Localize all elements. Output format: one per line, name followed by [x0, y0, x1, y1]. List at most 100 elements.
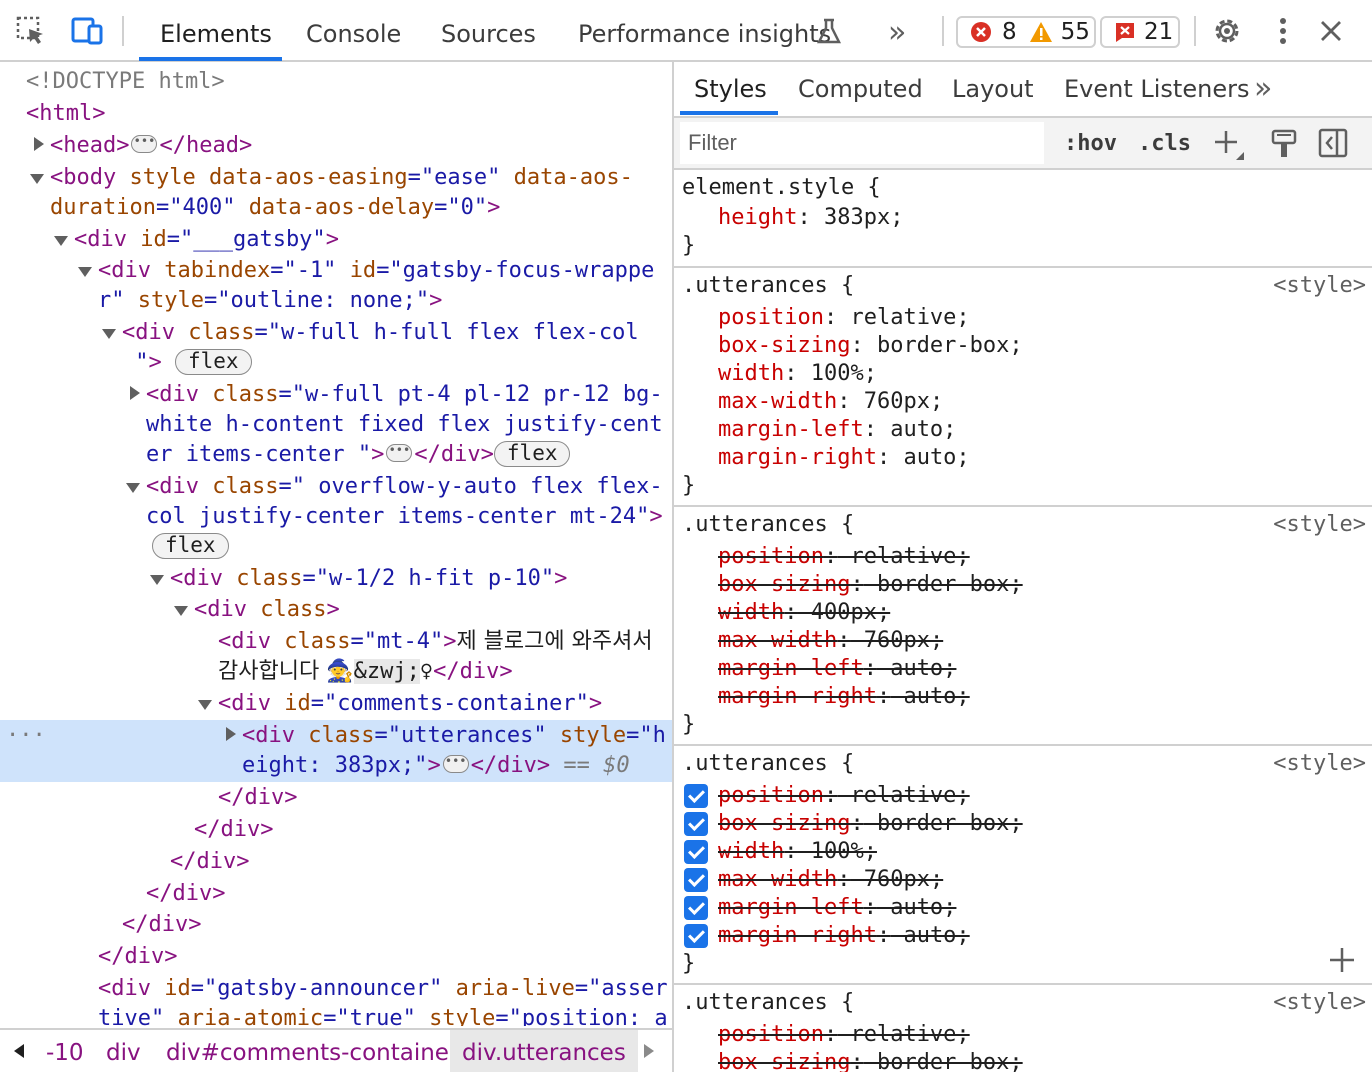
tab-elements[interactable]: Elements [160, 0, 272, 60]
css-declaration[interactable]: margin-right: auto; [718, 444, 970, 472]
css-declaration[interactable]: height: 383px; [718, 204, 903, 232]
tab-event-listeners[interactable]: Event Listeners [1064, 62, 1249, 116]
thanks-div-node[interactable]: <div class="mt-4">제 블로그에 와주셔서 [218, 626, 653, 658]
breadcrumb-item[interactable]: -10 [46, 1030, 84, 1072]
css-declaration[interactable]: position: relative; [718, 782, 970, 810]
flex-badge[interactable]: flex [152, 533, 229, 559]
css-declaration[interactable]: width: 400px; [718, 599, 890, 627]
css-declaration[interactable]: margin-left: auto; [718, 894, 956, 922]
close-icon[interactable] [1314, 14, 1348, 48]
css-declaration[interactable]: box-sizing: border-box; [718, 571, 1023, 599]
rule-source-link[interactable]: <style> [1273, 750, 1366, 778]
tab-styles[interactable]: Styles [694, 62, 767, 116]
head-node[interactable]: <head> ••• </head> [50, 130, 252, 162]
css-declaration[interactable]: max-width: 760px; [718, 866, 943, 894]
breadcrumb-scroll-left-icon[interactable] [14, 1044, 24, 1058]
announcer-node[interactable]: <div id="gatsby-announcer" aria-live="as… [98, 973, 668, 1005]
collapse-triangle-icon[interactable] [198, 700, 212, 710]
body-node[interactable]: <body style data-aos-easing="ease" data-… [50, 162, 633, 194]
doctype-node[interactable]: <!DOCTYPE html> [26, 66, 225, 98]
close-div-node[interactable]: </div> [122, 909, 201, 941]
announcer-node-cont[interactable]: tive" aria-atomic="true" style="position… [98, 1003, 668, 1026]
new-style-rule-icon[interactable] [1212, 128, 1246, 166]
paint-brush-icon[interactable] [1270, 128, 1298, 164]
add-declaration-icon[interactable] [1328, 946, 1356, 980]
collapse-triangle-icon[interactable] [126, 483, 140, 493]
close-div-node[interactable]: </div> [98, 941, 177, 973]
css-declaration[interactable]: box-sizing: border-box; [718, 810, 1023, 838]
rule-source-link[interactable]: <style> [1273, 511, 1366, 539]
css-declaration[interactable]: margin-left: auto; [718, 416, 956, 444]
flex-badge[interactable]: flex [493, 441, 571, 467]
header-div-node-cont2[interactable]: er items-center "> ••• </div> flex [146, 439, 571, 471]
css-declaration[interactable]: margin-right: auto; [718, 922, 970, 950]
toggle-sidebar-icon[interactable] [1318, 128, 1348, 162]
breadcrumb-scroll-right-icon[interactable] [644, 1044, 654, 1058]
hover-state-toggle[interactable]: :hov [1064, 124, 1117, 164]
device-toolbar-icon[interactable] [70, 14, 104, 48]
more-options-icon[interactable] [1266, 14, 1300, 48]
header-div-node[interactable]: <div class="w-full pt-4 pl-12 pr-12 bg- [146, 379, 663, 411]
overflow-div-node[interactable]: <div class=" overflow-y-auto flex flex- [146, 471, 663, 503]
close-div-node[interactable]: </div> [170, 846, 249, 878]
close-div-node[interactable]: </div> [194, 814, 273, 846]
declaration-checkbox[interactable] [684, 840, 708, 864]
collapse-triangle-icon[interactable] [30, 174, 44, 184]
inspect-element-icon[interactable] [14, 14, 48, 48]
close-div-node[interactable]: </div> [146, 878, 225, 910]
overflow-div-node-cont[interactable]: col justify-center items-center mt-24"> [146, 501, 663, 533]
rule-selector[interactable]: .utterances { [682, 511, 854, 539]
declaration-checkbox[interactable] [684, 784, 708, 808]
tab-computed[interactable]: Computed [798, 62, 923, 116]
class-div-node[interactable]: <div class> [194, 594, 340, 626]
css-declaration[interactable]: position: relative; [718, 1021, 970, 1049]
collapse-triangle-icon[interactable] [78, 267, 92, 277]
utterances-node-cont[interactable]: eight: 383px;"> ••• </div> == $0 [242, 750, 630, 782]
collapsed-ellipsis-icon[interactable]: ••• [442, 755, 469, 773]
utterances-node[interactable]: <div class="utterances" style="h [242, 720, 666, 752]
css-declaration[interactable]: max-width: 760px; [718, 388, 943, 416]
flex-badge[interactable]: flex [175, 349, 252, 375]
html-node[interactable]: <html> [26, 98, 105, 130]
focus-wrapper-node[interactable]: <div tabindex="-1" id="gatsby-focus-wrap… [98, 255, 654, 287]
css-declaration[interactable]: box-sizing: border-box; [718, 332, 1023, 360]
css-declaration[interactable]: margin-left: auto; [718, 655, 956, 683]
errors-warnings-counter[interactable]: 8 55 [956, 16, 1096, 48]
breadcrumb-item[interactable]: div [106, 1030, 141, 1072]
breadcrumb-item[interactable]: div#comments-container [166, 1030, 458, 1072]
css-declaration[interactable]: max-width: 760px; [718, 627, 943, 655]
css-declaration[interactable]: box-sizing: border-box; [718, 1049, 1023, 1072]
declaration-checkbox[interactable] [684, 812, 708, 836]
rule-source-link[interactable]: <style> [1273, 989, 1366, 1017]
flex-col-node-cont[interactable]: "> flex [122, 347, 252, 379]
tab-performance-insights[interactable]: Performance insights [578, 0, 831, 60]
comments-container-node[interactable]: <div id="comments-container"> [218, 688, 602, 720]
css-declaration[interactable]: position: relative; [718, 543, 970, 571]
collapse-triangle-icon[interactable] [150, 575, 164, 585]
collapse-triangle-icon[interactable] [54, 236, 68, 246]
issues-counter[interactable]: 21 [1100, 16, 1180, 48]
collapse-triangle-icon[interactable] [174, 606, 188, 616]
expand-triangle-icon[interactable] [226, 727, 236, 741]
header-div-node-cont[interactable]: white h-content fixed flex justify-cent [146, 409, 663, 441]
body-node-cont[interactable]: duration="400" data-aos-delay="0"> [50, 192, 500, 224]
breadcrumb-item-active[interactable]: div.utterances [450, 1030, 638, 1072]
thanks-div-node-cont[interactable]: 감사합니다 🧙&zwj;♀</div> [218, 656, 513, 688]
element-style-selector[interactable]: element.style { [682, 174, 881, 202]
declaration-checkbox[interactable] [684, 868, 708, 892]
close-div-node[interactable]: </div> [218, 782, 297, 814]
half-width-node[interactable]: <div class="w-1/2 h-fit p-10"> [170, 563, 567, 595]
tab-layout[interactable]: Layout [952, 62, 1034, 116]
expand-triangle-icon[interactable] [130, 386, 140, 400]
rule-source-link[interactable]: <style> [1273, 272, 1366, 300]
collapsed-ellipsis-icon[interactable]: ••• [131, 135, 158, 153]
tab-sources[interactable]: Sources [441, 0, 536, 60]
flex-col-node[interactable]: <div class="w-full h-full flex flex-col [122, 317, 639, 349]
more-tabs-button[interactable]: » [888, 0, 906, 60]
styles-filter-input[interactable] [680, 122, 1044, 164]
gatsby-root-node[interactable]: <div id="___gatsby"> [74, 224, 339, 256]
css-declaration[interactable]: margin-right: auto; [718, 683, 970, 711]
node-actions-dots[interactable]: ··· [6, 720, 46, 752]
rule-selector[interactable]: .utterances { [682, 989, 854, 1017]
class-toggle[interactable]: .cls [1138, 124, 1191, 164]
